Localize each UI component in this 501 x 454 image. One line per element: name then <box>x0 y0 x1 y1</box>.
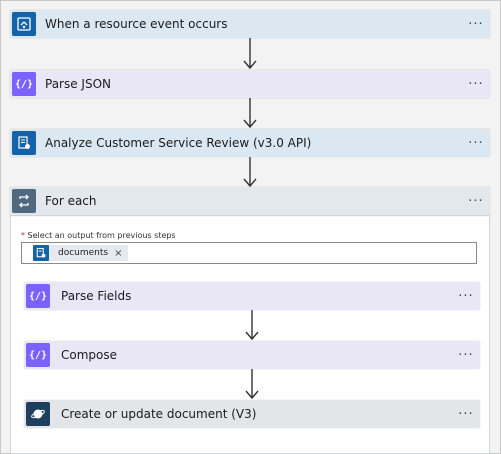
select-output-text: Select an output from previous steps <box>27 231 176 240</box>
braces-icon: {/} <box>12 72 36 96</box>
action-cosmos-upsert-card[interactable]: Create or update document (V3) ··· <box>24 400 480 428</box>
flow-arrow <box>243 38 257 70</box>
braces-icon: {/} <box>26 284 50 308</box>
output-select-input[interactable]: documents × <box>21 242 477 264</box>
step-label: When a resource event occurs <box>45 17 228 31</box>
foreach-label: For each <box>45 194 97 208</box>
step-label: Analyze Customer Service Review (v3.0 AP… <box>45 136 312 150</box>
step-analyze-review-card[interactable]: Analyze Customer Service Review (v3.0 AP… <box>10 129 490 157</box>
more-options-icon[interactable]: ··· <box>452 289 480 304</box>
more-options-icon[interactable]: ··· <box>452 348 480 363</box>
document-analysis-icon <box>33 245 49 261</box>
braces-icon: {/} <box>26 343 50 367</box>
flow-arrow <box>245 310 259 341</box>
loop-icon <box>12 189 36 213</box>
step-trigger-card[interactable]: When a resource event occurs ··· <box>10 10 490 38</box>
step-parse-json-card[interactable]: {/} Parse JSON ··· <box>10 70 490 98</box>
flow-arrow <box>243 157 257 188</box>
step-label: Parse JSON <box>45 77 112 91</box>
token-label: documents <box>58 248 109 258</box>
flow-arrow <box>243 98 257 129</box>
more-options-icon[interactable]: ··· <box>462 136 490 151</box>
action-label: Compose <box>61 348 118 362</box>
document-analysis-icon <box>12 131 36 155</box>
select-output-label: * Select an output from previous steps <box>21 231 176 240</box>
action-parse-fields-card[interactable]: {/} Parse Fields ··· <box>24 282 480 310</box>
remove-token-icon[interactable]: × <box>114 248 122 259</box>
more-options-icon[interactable]: ··· <box>462 17 490 32</box>
more-options-icon[interactable]: ··· <box>462 77 490 92</box>
more-options-icon[interactable]: ··· <box>462 194 490 209</box>
more-options-icon[interactable]: ··· <box>452 407 480 422</box>
documents-token[interactable]: documents × <box>33 245 128 261</box>
cosmos-db-icon <box>26 402 50 426</box>
action-compose-card[interactable]: {/} Compose ··· <box>24 341 480 369</box>
foreach-header[interactable]: For each ··· <box>10 187 490 216</box>
flow-arrow <box>245 369 259 400</box>
action-label: Create or update document (V3) <box>61 407 257 421</box>
event-grid-icon <box>12 12 36 36</box>
action-label: Parse Fields <box>61 289 132 303</box>
required-mark: * <box>21 231 25 240</box>
